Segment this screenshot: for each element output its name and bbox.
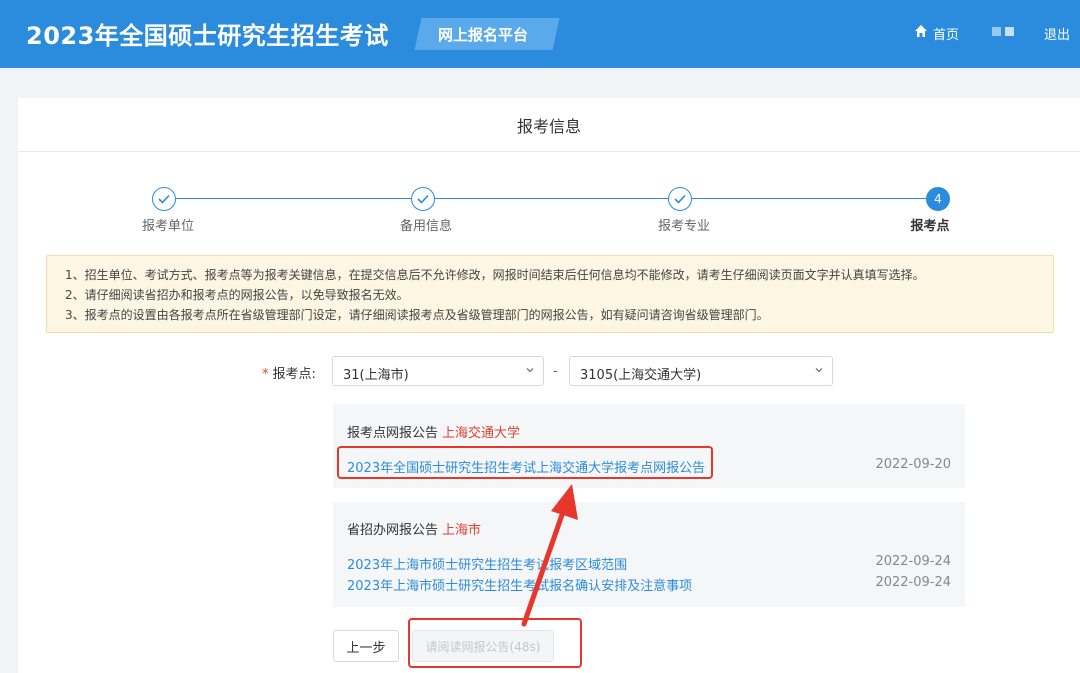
annotation-arrow-icon	[521, 484, 578, 627]
